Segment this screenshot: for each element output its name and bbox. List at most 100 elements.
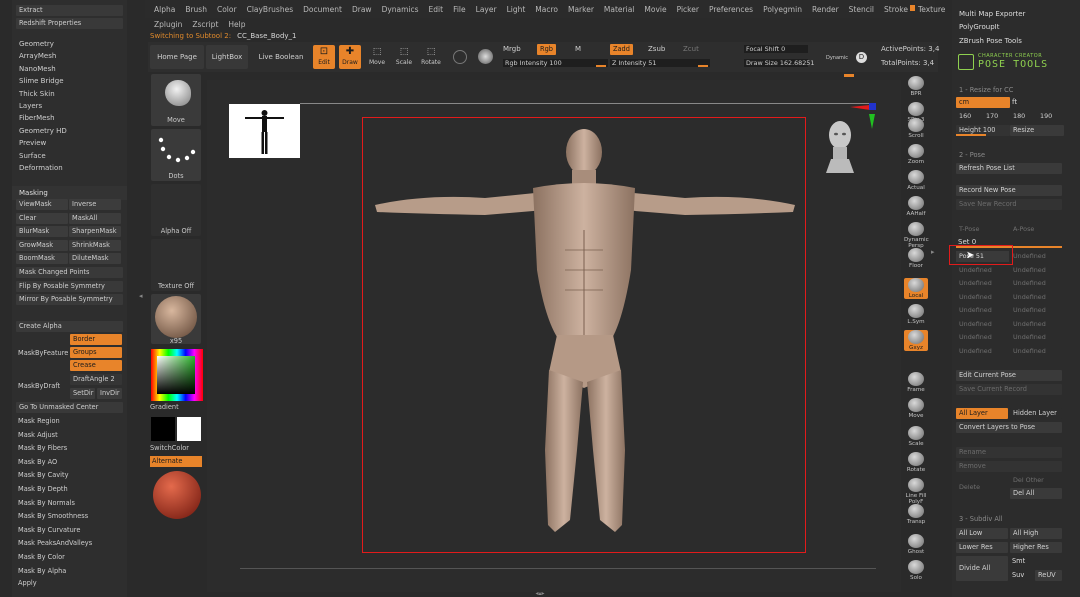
view-tool-button[interactable]: Transp [904,504,928,525]
setdir-button[interactable]: SetDir [70,388,95,399]
mask-button[interactable]: ShrinkMask [69,239,121,251]
hidden-layer-button[interactable]: Hidden Layer [1010,408,1062,419]
mask-by-item[interactable]: Mask By Fibers [18,444,67,452]
pose-slot[interactable]: Undefined [956,278,1009,289]
d-icon[interactable]: D [856,52,867,63]
edit-mode-button[interactable]: ⊡ Edit [313,45,335,69]
menu-item[interactable]: Color [212,5,242,14]
tpose-button[interactable]: T-Pose [956,224,1010,235]
rename-button[interactable]: Rename [956,447,1062,458]
gradient-label[interactable]: Gradient [150,403,200,411]
mask-by-item[interactable]: Mask By Color [18,553,65,561]
mask-by-draft-button[interactable]: MaskByDraft [18,382,60,390]
pose-slot[interactable]: Undefined [956,265,1009,276]
unit-cm-button[interactable]: cm [956,97,1010,108]
multi-map-exporter-item[interactable]: Multi Map Exporter [959,10,1025,18]
border-toggle[interactable]: Border [70,334,122,345]
pose-slot[interactable]: Undefined [956,346,1009,357]
size-preset-button[interactable]: 190 [1037,111,1063,122]
menu-item[interactable]: Edit [424,5,449,14]
camera-head-preview[interactable] [823,115,857,173]
menu-item[interactable]: Layer [471,5,502,14]
rotate-mode-button[interactable]: ⬚ Rotate [420,45,442,69]
navigation-thumbnail[interactable] [229,104,300,158]
menu-item[interactable]: Stroke [879,5,913,14]
view-tool-button[interactable]: Scale [904,426,928,447]
lightbox-button[interactable]: LightBox [206,45,248,69]
mask-by-item[interactable]: Mask By Depth [18,485,68,493]
subpalette-item[interactable]: Preview [12,137,127,149]
reuv-button[interactable]: ReUV [1035,570,1062,581]
pose-slot[interactable]: Undefined [1010,265,1063,276]
view-tool-button[interactable]: BPR [904,76,928,97]
mask-by-item[interactable]: Mask By Smoothness [18,512,88,520]
mask-button[interactable]: ViewMask [16,199,68,210]
texture-thumbnail[interactable]: Texture Off [151,239,201,291]
menu-item[interactable]: Document [298,5,347,14]
all-low-button[interactable]: All Low [956,528,1008,539]
subpalette-item[interactable]: NanoMesh [12,63,127,75]
subpalette-item[interactable]: Geometry [12,38,127,50]
draw-mode-button[interactable]: ✚ Draw [339,45,361,69]
menu-item[interactable]: ClayBrushes [242,5,299,14]
redshift-properties-button[interactable]: Redshift Properties [16,18,123,29]
delete-button[interactable]: Delete [956,482,1008,493]
extract-button[interactable]: Extract [16,5,123,16]
unit-ft-button[interactable]: ft [1012,98,1017,106]
size-preset-button[interactable]: 160 [956,111,982,122]
menu-item[interactable]: Stencil [844,5,879,14]
menu-item[interactable]: Draw [347,5,377,14]
mask-button[interactable]: Clear [16,212,68,224]
mask-by-item[interactable]: Mask PeaksAndValleys [18,539,92,547]
menu-item[interactable]: Zscript [187,20,223,29]
mask-button[interactable]: BlurMask [16,226,68,237]
material-sphere-icon[interactable] [478,49,493,64]
groups-toggle[interactable]: Groups [70,347,122,358]
switch-color-button[interactable]: SwitchColor [150,444,200,452]
convert-layers-button[interactable]: Convert Layers to Pose [956,422,1062,433]
masking-header[interactable]: Masking [12,186,127,200]
mask-by-item[interactable]: Mask By Normals [18,499,75,507]
left-panel-collapse-icon[interactable]: ◂ [139,292,143,300]
create-alpha-button[interactable]: Create Alpha [16,321,123,332]
mask-by-item[interactable]: Mask By AO [18,458,57,466]
mask-by-item[interactable]: Mask Region [18,417,60,425]
apply-button[interactable]: Apply [18,579,37,587]
view-tool-button[interactable]: Actual [904,170,928,191]
menu-item[interactable]: Help [223,20,250,29]
remove-button[interactable]: Remove [956,461,1062,472]
resize-button[interactable]: Resize [1010,125,1064,136]
suv-toggle[interactable]: Suv [1012,571,1024,579]
pose-slot[interactable]: Undefined [956,292,1009,303]
size-preset-button[interactable]: 180 [1010,111,1036,122]
menubar-scroll-indicator[interactable] [910,5,915,11]
muscle-figure-model[interactable] [365,120,805,550]
subpalette-item[interactable]: Layers [12,100,127,112]
live-boolean-button[interactable]: Live Boolean [252,45,310,69]
edit-current-pose-button[interactable]: Edit Current Pose [956,370,1062,381]
draft-angle-slider[interactable]: DraftAngle 2 [70,374,122,385]
view-tool-button[interactable]: Gxyz [904,330,928,351]
scale-mode-button[interactable]: ⬚ Scale [393,45,415,69]
menu-item[interactable]: Alpha [149,5,180,14]
menu-item[interactable]: Render [807,5,844,14]
z-intensity-slider[interactable]: Z Intensity 51 [610,59,710,67]
view-tool-button[interactable]: Line Fill PolyF [904,478,928,505]
pose-slot[interactable]: Undefined [1010,346,1063,357]
subpalette-item[interactable]: Geometry HD [12,125,127,137]
pose-slot[interactable]: Undefined [956,332,1009,343]
pose-slot[interactable]: Undefined [956,319,1009,330]
divide-all-button[interactable]: Divide All [956,556,1008,581]
higher-res-button[interactable]: Higher Res [1010,542,1062,553]
view-tool-button[interactable]: Solo [904,560,928,581]
menu-item[interactable]: Picker [672,5,704,14]
crease-toggle[interactable]: Crease [70,360,122,371]
stroke-thumbnail[interactable]: Dots [151,129,201,181]
smt-toggle[interactable]: Smt [1012,557,1025,565]
pose-slot[interactable]: Undefined [1010,305,1063,316]
subpalette-item[interactable]: Slime Bridge [12,75,127,87]
lower-res-button[interactable]: Lower Res [956,542,1008,553]
view-tool-button[interactable]: L.Sym [904,304,928,325]
subpalette-item[interactable]: FiberMesh [12,112,127,124]
draw-size-slider[interactable]: Draw Size 162.68251 [744,59,814,67]
